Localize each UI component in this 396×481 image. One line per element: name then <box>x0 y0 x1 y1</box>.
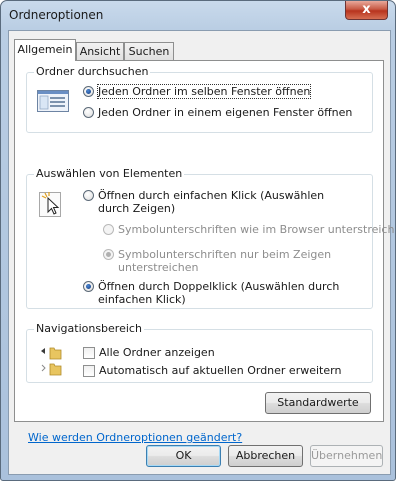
radio-underline-browser[interactable] <box>103 224 114 235</box>
checkbox-show-all-folders[interactable] <box>83 347 95 359</box>
apply-button[interactable]: Übernehmen <box>310 445 383 467</box>
dialog-window: Ordneroptionen x Allgemein Ansicht Suche… <box>0 0 396 481</box>
tab-suchen[interactable]: Suchen <box>124 42 174 60</box>
label-underline-browser[interactable]: Symbolunterschriften wie im Browser unte… <box>118 223 395 236</box>
restore-defaults-button[interactable]: Standardwerte <box>265 392 371 414</box>
close-button[interactable]: x <box>345 1 388 20</box>
group-title: Navigationsbereich <box>34 322 144 335</box>
label-underline-point[interactable]: Symbolunterschriften nur beim Zeigen unt… <box>118 248 363 274</box>
tab-label: Suchen <box>128 45 170 58</box>
radio-own-window[interactable] <box>83 107 94 118</box>
group-browse-folders: Ordner durchsuchen Jeden Ordner im selbe… <box>26 65 373 133</box>
checkbox-auto-expand[interactable] <box>83 365 95 377</box>
ok-button[interactable]: OK <box>146 445 221 467</box>
label-auto-expand[interactable]: Automatisch auf aktuellen Ordner erweite… <box>99 364 341 377</box>
label-single-click[interactable]: Öffnen durch einfachen Klick (Auswählen … <box>98 189 348 215</box>
tab-label: Ansicht <box>79 45 121 58</box>
cancel-button[interactable]: Abbrechen <box>228 445 303 467</box>
radio-double-click[interactable] <box>83 281 94 292</box>
label-double-click[interactable]: Öffnen durch Doppelklick (Auswählen durc… <box>98 280 368 306</box>
window-title: Ordneroptionen <box>9 8 104 22</box>
window-layout-icon <box>37 90 69 112</box>
radio-underline-point[interactable] <box>103 249 114 260</box>
cursor-click-icon <box>39 192 61 217</box>
radio-same-window[interactable] <box>83 86 94 97</box>
tab-ansicht[interactable]: Ansicht <box>76 42 124 60</box>
dialog-client: Allgemein Ansicht Suchen Ordner durchsuc… <box>8 30 395 475</box>
group-title: Ordner durchsuchen <box>34 65 151 78</box>
tab-page-allgemein: Ordner durchsuchen Jeden Ordner im selbe… <box>14 60 395 444</box>
group-nav-pane: Navigationsbereich Alle Ordner anzeigen … <box>26 322 373 383</box>
group-title: Auswählen von Elementen <box>34 167 185 180</box>
folder-icon <box>41 347 62 376</box>
title-bar[interactable]: Ordneroptionen x <box>1 1 395 29</box>
label-same-window[interactable]: Jeden Ordner im selben Fenster öffnen <box>96 84 312 99</box>
group-click-items: Auswählen von Elementen Öffnen durch ein… <box>26 167 395 309</box>
dialog-footer: OK Abbrechen Übernehmen <box>9 433 390 474</box>
tab-label: Allgemein <box>17 43 73 56</box>
close-icon: x <box>362 2 371 17</box>
tab-allgemein[interactable]: Allgemein <box>14 39 76 61</box>
label-show-all-folders[interactable]: Alle Ordner anzeigen <box>99 346 215 359</box>
label-own-window[interactable]: Jeden Ordner in einem eigenen Fenster öf… <box>98 106 352 119</box>
radio-single-click[interactable] <box>83 190 94 201</box>
